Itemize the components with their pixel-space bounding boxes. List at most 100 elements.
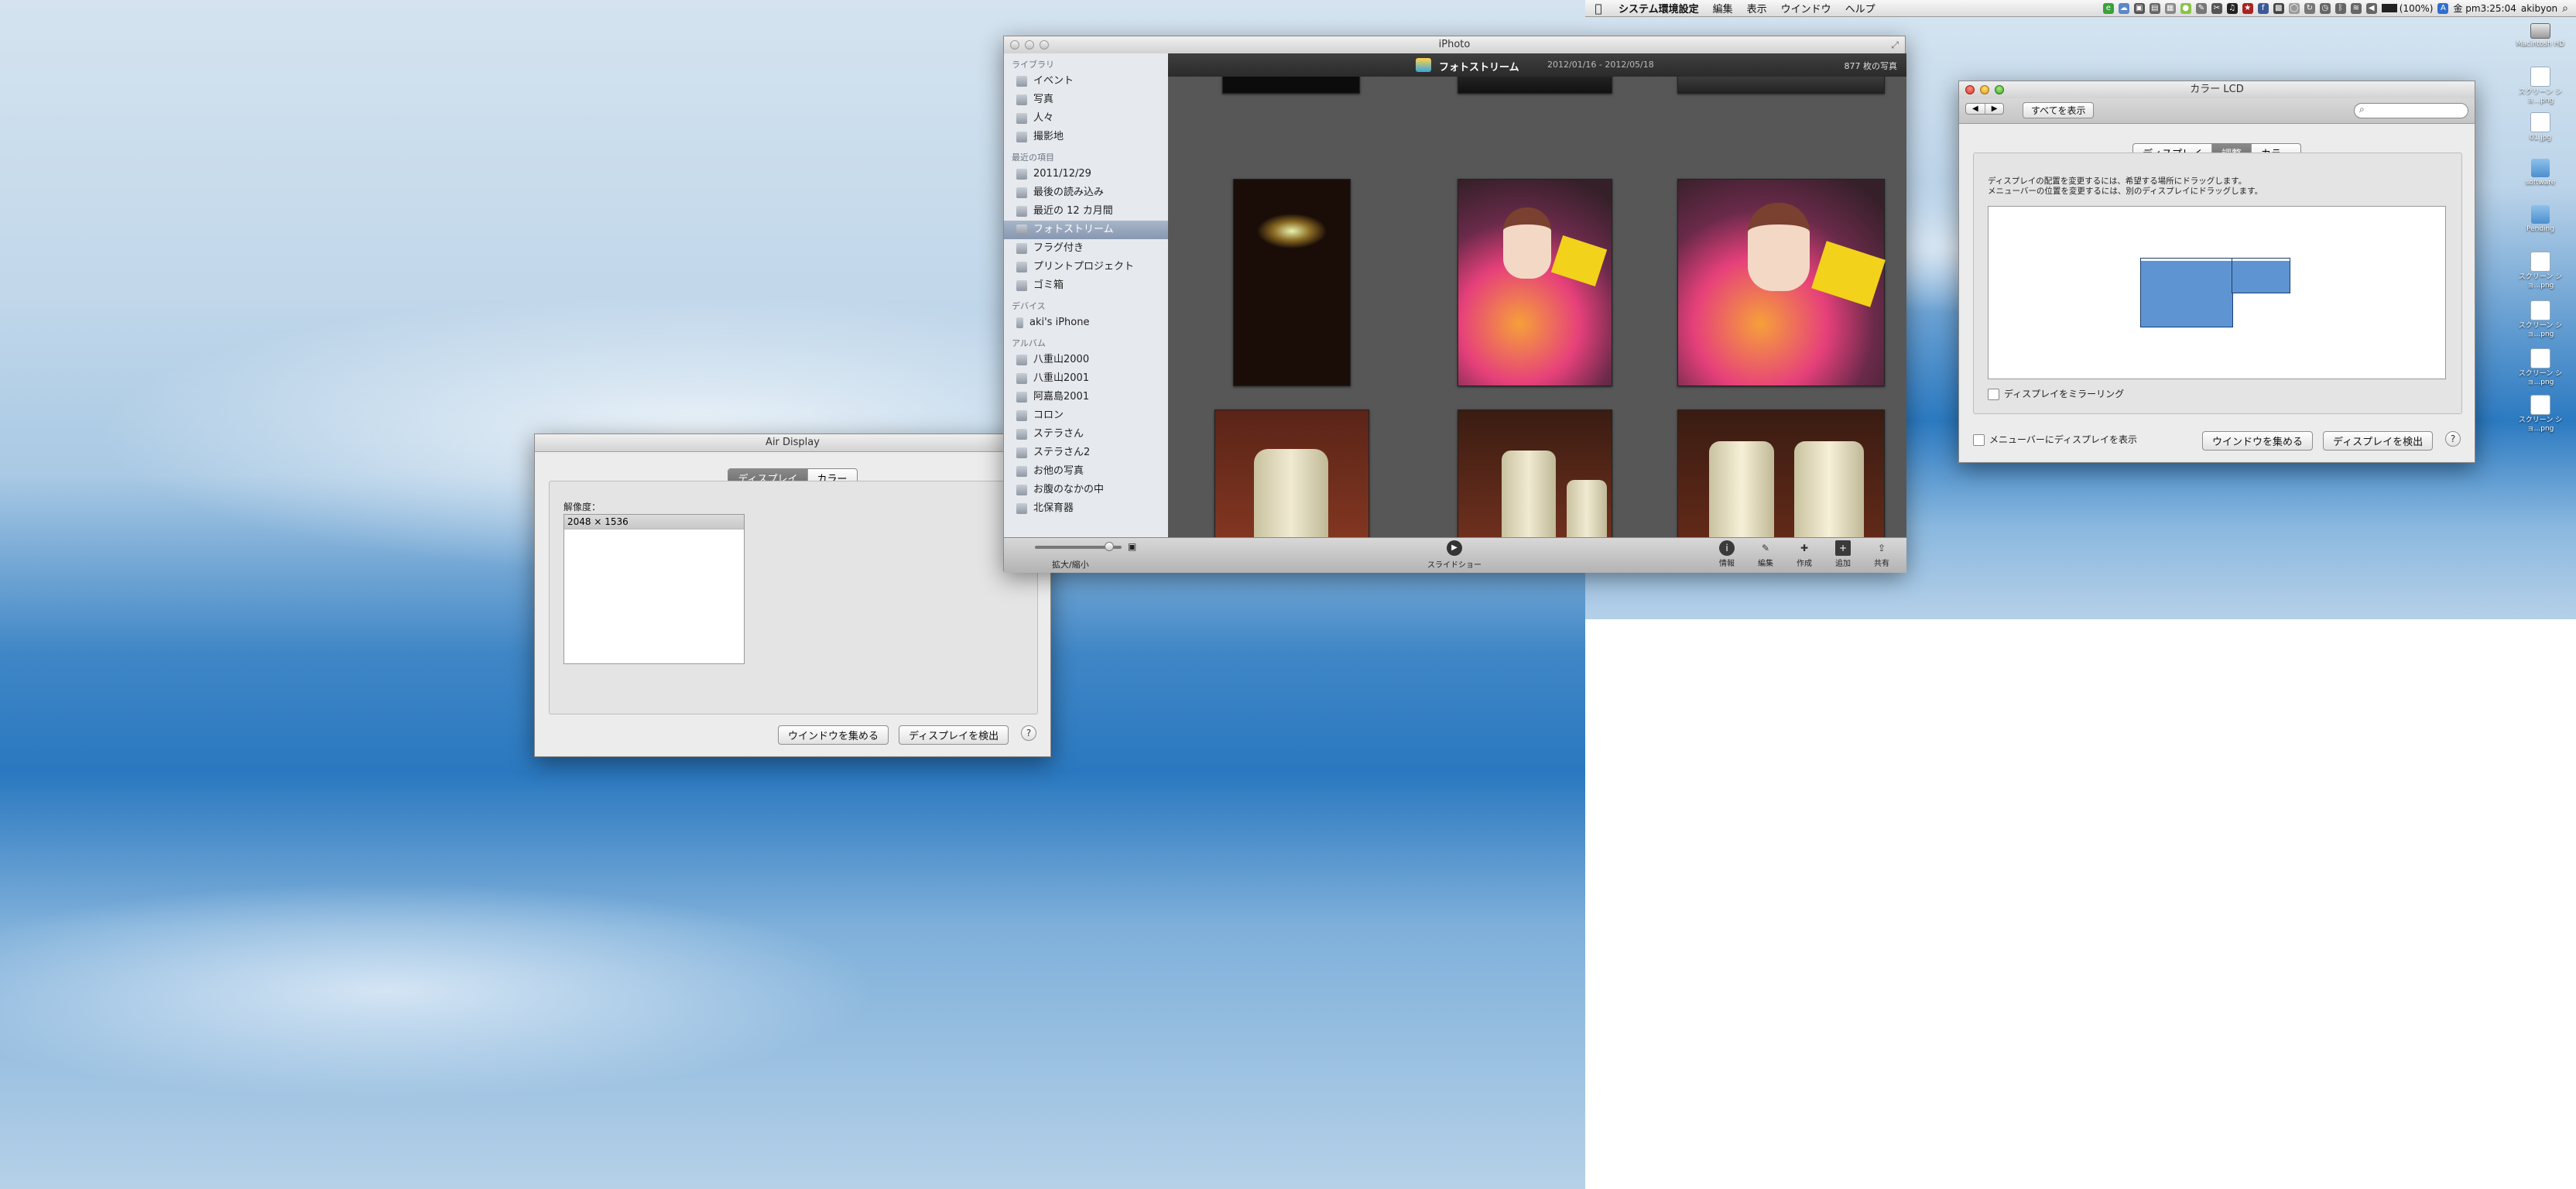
user-name[interactable]: akibyon [2521, 3, 2557, 14]
desktop-icon-folder[interactable]: Pending [2513, 205, 2567, 234]
desktop-icon-folder[interactable]: software [2513, 159, 2567, 187]
show-in-menubar-checkbox[interactable] [1973, 434, 1985, 446]
sidebar-item-photos[interactable]: 写真 [1004, 91, 1168, 109]
photo-thumbnail[interactable] [1458, 409, 1612, 537]
mirror-option[interactable]: ディスプレイをミラーリング [1988, 387, 2124, 400]
sidebar-item-last-12-months[interactable]: 最近の 12 カ月間 [1004, 202, 1168, 221]
sidebar-item-album[interactable]: 北保育器 [1004, 499, 1168, 518]
search-input[interactable] [2372, 105, 2466, 116]
sidebar-item-album[interactable]: ステラさん [1004, 425, 1168, 444]
sidebar-item-album[interactable]: お腹のなかの中 [1004, 481, 1168, 499]
headphones-icon[interactable]: ♫ [2226, 2, 2238, 14]
menu-edit[interactable]: 編集 [1706, 1, 1740, 15]
bookmark-icon[interactable]: ★ [2242, 2, 2253, 14]
sidebar-item-faces[interactable]: 人々 [1004, 109, 1168, 128]
photo-thumbnail[interactable] [1233, 179, 1351, 386]
minimize-button[interactable] [1025, 40, 1034, 50]
sidebar-item-last-import[interactable]: 最後の読み込み [1004, 183, 1168, 202]
slideshow-button[interactable]: ▶ スライドショー [1423, 540, 1485, 570]
grid-icon[interactable]: ▩ [2273, 2, 2284, 14]
add-button[interactable]: + 追加 [1828, 540, 1858, 568]
secondary-display[interactable] [2232, 258, 2290, 293]
menu-app[interactable]: システム環境設定 [1612, 1, 1706, 15]
bluetooth-icon[interactable]: ᛒ [2334, 2, 2346, 14]
photo-thumbnail[interactable] [1677, 409, 1885, 537]
edit-button[interactable]: ✎ 編集 [1750, 540, 1781, 568]
close-button[interactable] [1965, 85, 1975, 94]
show-all-button[interactable]: すべてを表示 [2023, 102, 2095, 118]
zoom-button[interactable] [1040, 40, 1049, 50]
battery-icon[interactable]: (100%) [2381, 3, 2433, 14]
evernote-icon[interactable]: e [2102, 2, 2114, 14]
zoom-button[interactable] [1995, 85, 2004, 94]
script-icon[interactable]: ✎ [2195, 2, 2207, 14]
gather-windows-button[interactable]: ウインドウを集める [778, 725, 889, 745]
sidebar-item-album[interactable]: 阿嘉島2001 [1004, 388, 1168, 406]
iphoto-titlebar[interactable]: iPhoto ⤢ [1004, 36, 1905, 54]
photo-thumbnail[interactable] [1677, 77, 1885, 94]
gather-windows-button[interactable]: ウインドウを集める [2202, 431, 2314, 451]
share-button[interactable]: ⇪ 共有 [1866, 540, 1897, 568]
zoom-slider-knob[interactable] [1105, 542, 1114, 551]
sidebar-item-album[interactable]: 八重山2000 [1004, 351, 1168, 369]
desktop-icon-file[interactable]: スクリーン ショ...png [2513, 252, 2567, 290]
air-display-titlebar[interactable]: Air Display [535, 434, 1050, 452]
zoom-slider[interactable] [1035, 542, 1122, 551]
menu-view[interactable]: 表示 [1740, 1, 1774, 15]
zoom-large-icon[interactable]: ▣ [1128, 541, 1136, 552]
apple-menu-icon[interactable]:  [1585, 2, 1612, 15]
desktop-icon-file[interactable]: スクリーン ショ...png [2513, 395, 2567, 433]
forward-icon[interactable]: ▶ [1985, 104, 2004, 114]
sidebar-item-flagged[interactable]: フラグ付き [1004, 239, 1168, 258]
input-method-icon[interactable]: A [2437, 2, 2449, 14]
menu-help[interactable]: ヘルプ [1838, 1, 1882, 15]
resolution-row[interactable]: 2048 × 1536 [564, 515, 744, 529]
spotlight-icon[interactable]: ⌕ [2562, 2, 2568, 15]
sidebar-item-date[interactable]: 2011/12/29 [1004, 165, 1168, 183]
volume-icon[interactable]: ◀ [2365, 2, 2377, 14]
help-button[interactable]: ? [1021, 725, 1036, 741]
photo-grid[interactable] [1168, 77, 1906, 537]
clock[interactable]: 金 pm3:25:04 [2453, 2, 2516, 15]
wifi-icon[interactable]: ≋ [2350, 2, 2362, 14]
sidebar-item-print-projects[interactable]: プリントプロジェクト [1004, 258, 1168, 276]
tools-icon[interactable]: ✂ [2211, 2, 2222, 14]
photo-thumbnail[interactable] [1214, 409, 1369, 537]
color-lcd-titlebar[interactable]: カラー LCD [1959, 81, 2475, 98]
menubar-display-option[interactable]: メニューバーにディスプレイを表示 [1973, 433, 2137, 446]
sidebar-item-photostream[interactable]: フォトストリーム [1004, 221, 1168, 239]
minimize-button[interactable] [1980, 85, 1989, 94]
desktop-icon-hd[interactable]: Macintosh HD [2513, 23, 2567, 49]
display-icon[interactable]: ▣ [2133, 2, 2145, 14]
search-field[interactable]: ⌕ [2354, 103, 2468, 118]
photo-thumbnail[interactable] [1222, 77, 1360, 94]
sidebar-item-events[interactable]: イベント [1004, 72, 1168, 91]
resolution-list[interactable]: 2048 × 1536 [564, 514, 745, 664]
stack-icon[interactable]: ▦ [2164, 2, 2176, 14]
create-button[interactable]: ✚ 作成 [1789, 540, 1820, 568]
desktop-icon-file[interactable]: スクリーン ショ...png [2513, 67, 2567, 105]
sidebar-item-album[interactable]: コロン [1004, 406, 1168, 425]
sidebar-item-album[interactable]: 八重山2001 [1004, 369, 1168, 388]
help-button[interactable]: ? [2445, 431, 2461, 447]
photo-thumbnail[interactable] [1677, 179, 1886, 386]
back-icon[interactable]: ◀ [1966, 104, 1985, 114]
sidebar-item-iphone[interactable]: aki's iPhone [1004, 314, 1168, 332]
main-display[interactable] [2140, 258, 2233, 327]
display-arrangement-area[interactable] [1988, 206, 2446, 379]
desktop-icon-file[interactable]: スクリーン ショ...png [2513, 300, 2567, 339]
detect-displays-button[interactable]: ディスプレイを検出 [899, 725, 1009, 745]
fullscreen-icon[interactable]: ⤢ [1891, 36, 1899, 53]
chat-icon[interactable]: ◯ [2288, 2, 2300, 14]
timemachine-icon[interactable]: ◷ [2319, 2, 2331, 14]
info-button[interactable]: i 情報 [1711, 540, 1742, 568]
mirror-checkbox[interactable] [1988, 389, 1999, 400]
desktop-icon-file[interactable]: 01.jpg [2513, 112, 2567, 142]
photo-thumbnail[interactable] [1458, 179, 1612, 386]
menubar-indicator[interactable] [2141, 259, 2232, 261]
sync-icon[interactable]: ↻ [2304, 2, 2315, 14]
cloud-icon[interactable]: ☁ [2118, 2, 2129, 14]
close-button[interactable] [1010, 40, 1019, 50]
sidebar-item-album[interactable]: ステラさん2 [1004, 444, 1168, 462]
desktop-icon-file[interactable]: スクリーン ショ...png [2513, 348, 2567, 387]
